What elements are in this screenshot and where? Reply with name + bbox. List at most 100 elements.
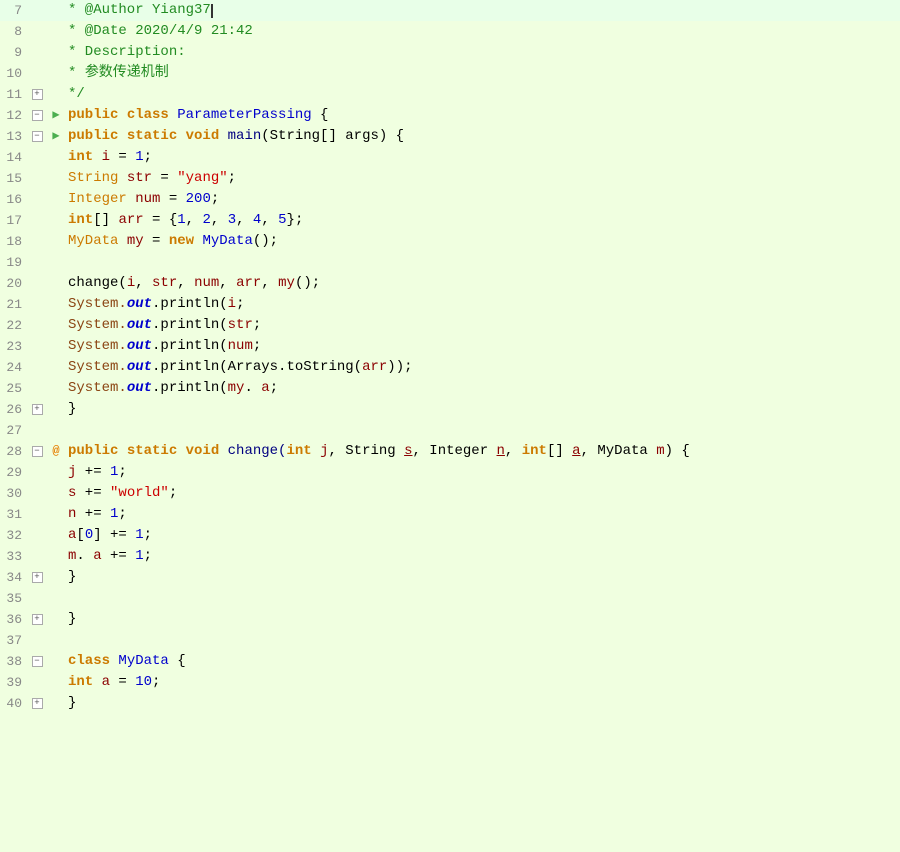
code-text: public static void main(String[] args) { [66, 126, 900, 147]
code-line: 18 MyData my = new MyData(); [0, 231, 900, 252]
line-number: 35 [0, 588, 28, 609]
fold-control[interactable]: + [28, 84, 46, 105]
fold-control [28, 63, 46, 84]
code-text: class MyData { [66, 651, 900, 672]
fold-close-icon[interactable]: + [32, 698, 43, 709]
token: } [68, 569, 76, 585]
code-line: 15 String str = "yang"; [0, 168, 900, 189]
token: , [236, 212, 253, 228]
token: .println( [152, 317, 228, 333]
code-line: 9 * Description: [0, 42, 900, 63]
gutter-marker [46, 315, 66, 336]
fold-control[interactable]: − [28, 651, 46, 672]
fold-close-icon[interactable]: + [32, 614, 43, 625]
token: my [228, 380, 245, 396]
line-number: 30 [0, 483, 28, 504]
fold-control[interactable]: − [28, 105, 46, 126]
line-number: 7 [0, 0, 28, 21]
fold-control[interactable]: + [28, 609, 46, 630]
token: .println( [152, 380, 228, 396]
token: change( [228, 443, 287, 459]
code-text: } [66, 399, 900, 420]
code-text: public static void change(int j, String … [66, 441, 900, 462]
gutter-marker [46, 546, 66, 567]
code-text: MyData my = new MyData(); [66, 231, 900, 252]
token: , [261, 275, 278, 291]
gutter-marker [46, 168, 66, 189]
token: , [211, 212, 228, 228]
fold-close-icon[interactable]: + [32, 572, 43, 583]
token: += [76, 506, 110, 522]
token: 1 [135, 548, 143, 564]
line-number: 33 [0, 546, 28, 567]
fold-open-icon[interactable]: − [32, 446, 43, 457]
token: * @Date 2020/4/9 21:42 [68, 23, 253, 39]
token: out [127, 296, 152, 312]
fold-control[interactable]: − [28, 126, 46, 147]
token: [ [76, 527, 84, 543]
gutter-marker [46, 378, 66, 399]
code-line: 14 int i = 1; [0, 147, 900, 168]
gutter-marker [46, 525, 66, 546]
fold-open-icon[interactable]: − [32, 656, 43, 667]
line-number: 19 [0, 252, 28, 273]
code-line: 26+ } [0, 399, 900, 420]
token: { [312, 107, 329, 123]
token: , [177, 275, 194, 291]
fold-control[interactable]: + [28, 399, 46, 420]
token: ; [253, 338, 261, 354]
token: void [186, 128, 228, 144]
fold-control [28, 420, 46, 441]
fold-open-icon[interactable]: − [32, 131, 43, 142]
token: * [68, 65, 85, 81]
token: 1 [135, 527, 143, 543]
token: i [102, 149, 110, 165]
token: ; [169, 485, 177, 501]
code-text [66, 588, 900, 609]
fold-control [28, 462, 46, 483]
fold-open-icon[interactable]: − [32, 110, 43, 121]
code-line: 25 System.out.println(my. a; [0, 378, 900, 399]
token: 5 [278, 212, 286, 228]
token: ; [253, 317, 261, 333]
line-number: 36 [0, 609, 28, 630]
token: , [505, 443, 522, 459]
fold-control [28, 189, 46, 210]
token: int [522, 443, 547, 459]
fold-close-icon[interactable]: + [32, 404, 43, 415]
token: */ [68, 86, 85, 102]
gutter-marker [46, 651, 66, 672]
token: ; [144, 527, 152, 543]
fold-control[interactable]: − [28, 441, 46, 462]
fold-control [28, 252, 46, 273]
token: out [127, 338, 152, 354]
line-number: 10 [0, 63, 28, 84]
fold-control [28, 483, 46, 504]
code-line: 36+} [0, 609, 900, 630]
code-line: 11 + */ [0, 84, 900, 105]
code-line: 8 * @Date 2020/4/9 21:42 [0, 21, 900, 42]
code-line: 20 change(i, str, num, arr, my(); [0, 273, 900, 294]
fold-close-icon[interactable]: + [32, 89, 43, 100]
token: num [135, 191, 160, 207]
fold-control[interactable]: + [28, 693, 46, 714]
token: 0 [85, 527, 93, 543]
token: s [404, 443, 412, 459]
token: ; [118, 464, 126, 480]
token: . [76, 548, 93, 564]
code-line: 33 m. a += 1; [0, 546, 900, 567]
token: Integer [68, 191, 135, 207]
token: [] [547, 443, 572, 459]
line-number: 39 [0, 672, 28, 693]
token: ; [144, 149, 152, 165]
fold-control[interactable]: + [28, 567, 46, 588]
code-text: } [66, 693, 900, 714]
code-line: 34+ } [0, 567, 900, 588]
token: 参数传递机制 [85, 65, 169, 81]
line-number: 11 [0, 84, 28, 105]
code-line: 37 [0, 630, 900, 651]
token: (String[] args) { [261, 128, 404, 144]
fold-control [28, 168, 46, 189]
code-text: System.out.println(Arrays.toString(arr))… [66, 357, 900, 378]
token: 2 [202, 212, 210, 228]
